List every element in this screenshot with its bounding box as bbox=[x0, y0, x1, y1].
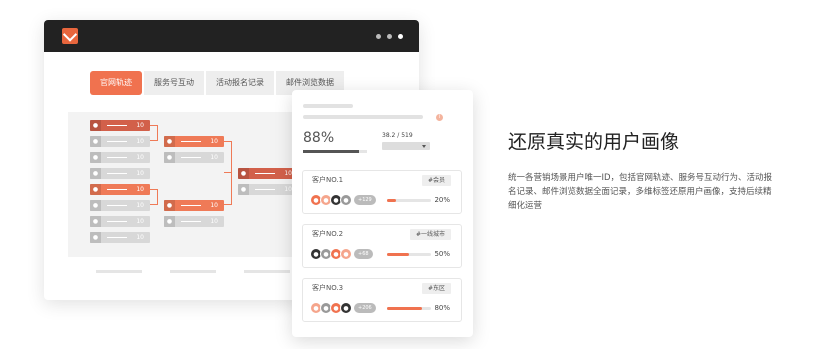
ratio-value: 38.2 / 519 bbox=[382, 132, 413, 139]
avatar: ● bbox=[340, 302, 352, 314]
avatar-group: ● ● ● ● +206 bbox=[310, 302, 376, 314]
tree-connector bbox=[224, 173, 232, 205]
user-icon: ● bbox=[164, 136, 175, 147]
tree-connector bbox=[224, 141, 232, 173]
customer-progress-fill bbox=[387, 307, 423, 310]
customer-name: 客户NO.2 bbox=[312, 230, 344, 238]
tree-node[interactable]: ● 10 bbox=[238, 184, 298, 195]
journey-tree: ● 10 ● 10 ● 10 ● 10 ● 10 ● 10 ● 10 ● 10 ● 10 ● 10 … bbox=[68, 112, 298, 257]
user-icon: ● bbox=[90, 120, 101, 131]
window-dots-icon[interactable] bbox=[376, 34, 403, 39]
avatar: ● bbox=[340, 248, 352, 260]
tree-node[interactable]: ● 10 bbox=[164, 216, 224, 227]
tree-node[interactable]: ● 10 bbox=[90, 152, 150, 163]
user-icon: ● bbox=[90, 216, 101, 227]
skeleton-line bbox=[303, 115, 423, 119]
user-icon: ● bbox=[90, 184, 101, 195]
customer-progress bbox=[387, 253, 431, 256]
skeleton-line bbox=[303, 104, 353, 108]
filter-dropdown[interactable] bbox=[382, 142, 430, 150]
tab-service-account[interactable]: 服务号互动 bbox=[144, 71, 204, 95]
user-icon: ● bbox=[164, 216, 175, 227]
profile-card: i 88% 38.2 / 519 客户NO.1 #会员 ● ● ● ● +129… bbox=[292, 90, 473, 337]
customer-percent: 20% bbox=[434, 196, 450, 204]
more-count-badge: +206 bbox=[354, 303, 376, 313]
customer-name: 客户NO.1 bbox=[312, 176, 344, 184]
customer-progress bbox=[387, 307, 431, 310]
tree-node[interactable]: ● 10 bbox=[164, 200, 224, 211]
more-count-badge: +68 bbox=[354, 249, 373, 259]
tree-node[interactable]: ● 10 bbox=[164, 152, 224, 163]
customer-name: 客户NO.3 bbox=[312, 284, 344, 292]
avatar-group: ● ● ● ● +129 bbox=[310, 194, 376, 206]
user-icon: ● bbox=[164, 152, 175, 163]
customer-percent: 80% bbox=[434, 304, 450, 312]
browser-titlebar bbox=[44, 20, 419, 52]
customer-row-2[interactable]: 客户NO.2 #一线城市 ● ● ● ● +68 50% bbox=[302, 224, 462, 268]
avatar-group: ● ● ● ● +68 bbox=[310, 248, 373, 260]
tree-node[interactable]: ● 10 bbox=[90, 168, 150, 179]
info-icon[interactable]: i bbox=[436, 114, 443, 121]
tree-connector bbox=[150, 125, 158, 141]
tab-website[interactable]: 官网轨迹 bbox=[90, 71, 142, 95]
more-count-badge: +129 bbox=[354, 195, 376, 205]
tree-connector bbox=[150, 189, 158, 205]
tree-node[interactable]: ● 10 bbox=[90, 200, 150, 211]
user-icon: ● bbox=[238, 184, 249, 195]
user-icon: ● bbox=[90, 168, 101, 179]
section-title: 还原真实的用户画像 bbox=[508, 131, 680, 153]
tree-node[interactable]: ● 10 bbox=[90, 232, 150, 243]
user-icon: ● bbox=[164, 200, 175, 211]
customer-tag: #一线城市 bbox=[409, 229, 451, 240]
placeholder-bar bbox=[170, 270, 216, 273]
user-icon: ● bbox=[90, 152, 101, 163]
match-progress-fill bbox=[303, 150, 360, 153]
tree-node[interactable]: ● 10 bbox=[238, 168, 298, 179]
stage: 官网轨迹 服务号互动 活动报名记录 邮件浏览数据 ● 10 ● 10 ● 10 ● 10… bbox=[0, 0, 828, 349]
tree-node[interactable]: ● 10 bbox=[90, 216, 150, 227]
customer-tag: #东区 bbox=[421, 283, 451, 294]
tree-node[interactable]: ● 10 bbox=[90, 120, 150, 131]
customer-progress bbox=[387, 199, 431, 202]
tree-node[interactable]: ● 10 bbox=[90, 136, 150, 147]
user-icon: ● bbox=[90, 200, 101, 211]
avatar: ● bbox=[340, 194, 352, 206]
customer-row-3[interactable]: 客户NO.3 #东区 ● ● ● ● +206 80% bbox=[302, 278, 462, 322]
customer-progress-fill bbox=[387, 253, 409, 256]
match-percent: 88% bbox=[303, 130, 335, 146]
placeholder-bar bbox=[96, 270, 142, 273]
tree-node[interactable]: ● 10 bbox=[164, 136, 224, 147]
customer-progress-fill bbox=[387, 199, 396, 202]
brand-logo-icon bbox=[62, 28, 78, 44]
user-icon: ● bbox=[90, 136, 101, 147]
tree-node[interactable]: ● 10 bbox=[90, 184, 150, 195]
user-icon: ● bbox=[90, 232, 101, 243]
customer-percent: 50% bbox=[434, 250, 450, 258]
placeholder-bar bbox=[244, 270, 290, 273]
match-progress bbox=[303, 150, 367, 153]
tab-event-signup[interactable]: 活动报名记录 bbox=[206, 71, 274, 95]
customer-row-1[interactable]: 客户NO.1 #会员 ● ● ● ● +129 20% bbox=[302, 170, 462, 214]
customer-tag: #会员 bbox=[421, 175, 451, 186]
section-description: 统一各营销场景用户唯一ID，包括官网轨迹、服务号互动行为、活动报名记录、邮件浏览… bbox=[508, 173, 773, 211]
user-icon: ● bbox=[238, 168, 249, 179]
